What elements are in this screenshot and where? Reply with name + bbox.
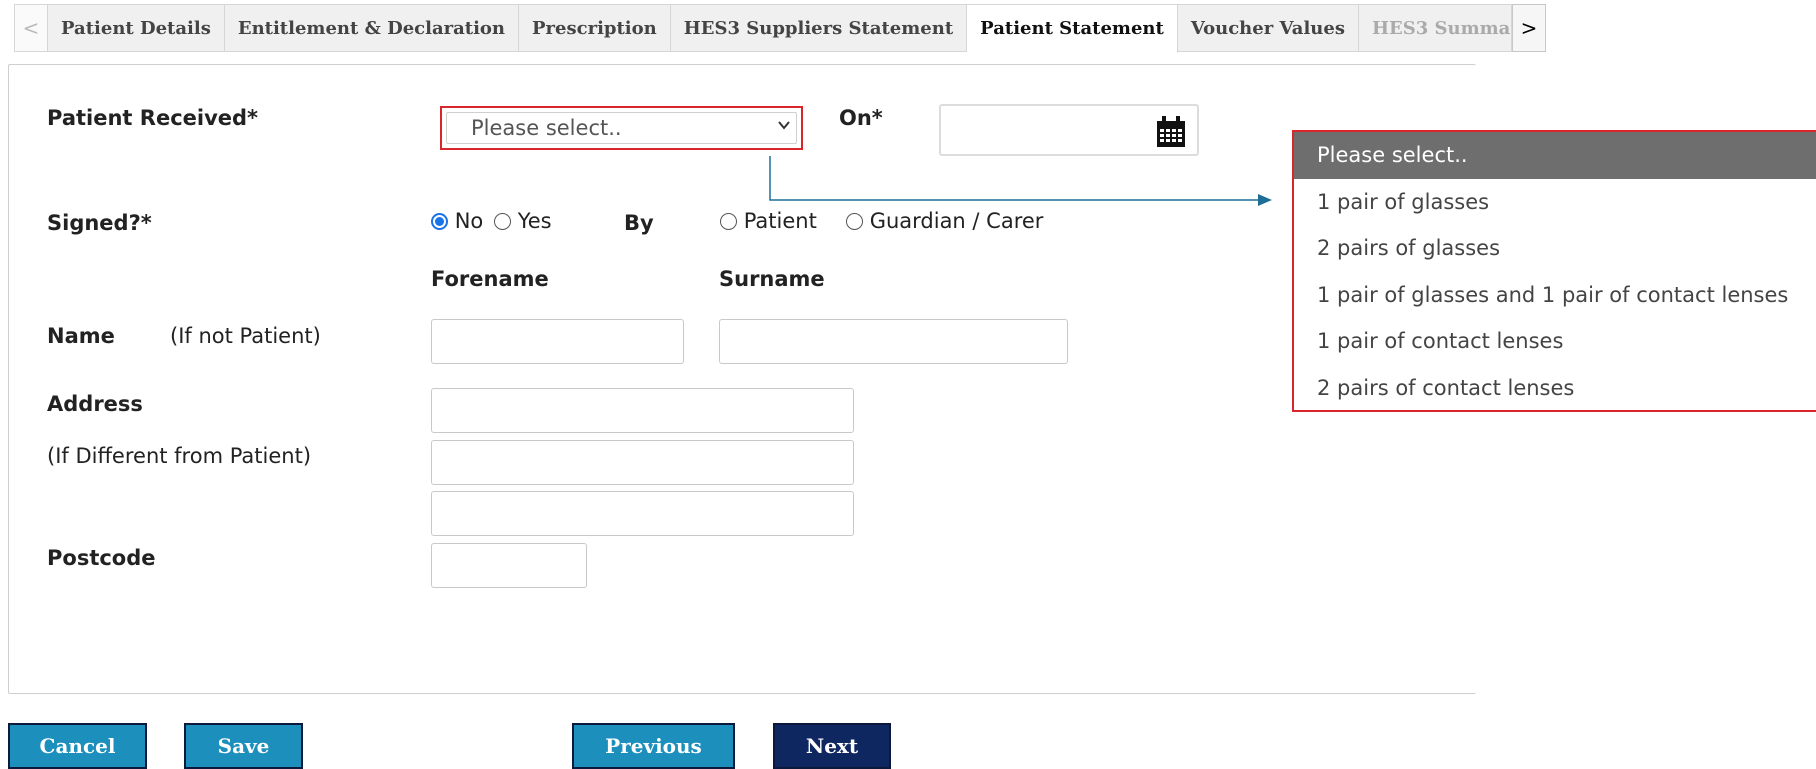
dropdown-option[interactable]: 2 pairs of contact lenses bbox=[1294, 365, 1816, 411]
address-line-2-input[interactable] bbox=[431, 440, 854, 485]
signed-yes-radio[interactable] bbox=[494, 213, 511, 230]
dropdown-option[interactable]: 1 pair of contact lenses bbox=[1294, 318, 1816, 365]
signed-yes-option[interactable]: Yes bbox=[494, 209, 552, 233]
connector-arrow bbox=[769, 156, 1272, 206]
on-date-field[interactable] bbox=[939, 104, 1199, 156]
signed-label: Signed?* bbox=[47, 211, 152, 235]
address-line-1-input[interactable] bbox=[431, 388, 854, 433]
dropdown-option[interactable]: 1 pair of glasses and 1 pair of contact … bbox=[1294, 272, 1816, 319]
by-patient-option[interactable]: Patient bbox=[720, 209, 817, 233]
signed-no-option[interactable]: No bbox=[431, 209, 483, 233]
tab-bar: < Patient Details Entitlement & Declarat… bbox=[14, 4, 1546, 53]
tab-hes3-suppliers-statement[interactable]: HES3 Suppliers Statement bbox=[670, 4, 968, 52]
calendar-icon[interactable] bbox=[1155, 115, 1187, 153]
next-button[interactable]: Next bbox=[773, 723, 891, 769]
chevron-down-icon bbox=[777, 118, 791, 136]
signed-no-label: No bbox=[454, 209, 484, 233]
by-guardian-label: Guardian / Carer bbox=[869, 209, 1044, 233]
tabs-scroll-right-button[interactable]: > bbox=[1511, 4, 1546, 52]
patient-received-select[interactable]: Please select.. bbox=[440, 106, 803, 150]
previous-button[interactable]: Previous bbox=[572, 723, 735, 769]
name-note: (If not Patient) bbox=[170, 324, 321, 348]
tab-voucher-values[interactable]: Voucher Values bbox=[1177, 4, 1359, 52]
patient-received-label: Patient Received* bbox=[47, 106, 259, 130]
patient-received-value: Please select.. bbox=[471, 116, 622, 140]
by-guardian-option[interactable]: Guardian / Carer bbox=[846, 209, 1043, 233]
cancel-button[interactable]: Cancel bbox=[8, 723, 147, 769]
forename-header: Forename bbox=[431, 267, 549, 291]
tab-entitlement-declaration[interactable]: Entitlement & Declaration bbox=[224, 4, 520, 52]
address-note: (If Different from Patient) bbox=[47, 444, 312, 468]
patient-received-options-list: Please select.. 1 pair of glasses 2 pair… bbox=[1292, 130, 1816, 412]
signed-no-radio[interactable] bbox=[431, 213, 448, 230]
address-line-3-input[interactable] bbox=[431, 491, 854, 536]
address-label: Address bbox=[47, 392, 143, 416]
forename-input[interactable] bbox=[431, 319, 684, 364]
by-label: By bbox=[624, 211, 654, 235]
dropdown-option[interactable]: Please select.. bbox=[1294, 132, 1816, 179]
dropdown-option[interactable]: 1 pair of glasses bbox=[1294, 179, 1816, 226]
tab-patient-statement[interactable]: Patient Statement bbox=[967, 4, 1178, 53]
signed-yes-label: Yes bbox=[517, 209, 552, 233]
by-guardian-radio[interactable] bbox=[846, 213, 863, 230]
dropdown-option[interactable]: 2 pairs of glasses bbox=[1294, 225, 1816, 272]
surname-input[interactable] bbox=[719, 319, 1068, 364]
tab-prescription[interactable]: Prescription bbox=[519, 4, 671, 52]
on-date-label: On* bbox=[839, 106, 883, 130]
tab-patient-details[interactable]: Patient Details bbox=[48, 4, 225, 52]
tabs-scroll-left-button[interactable]: < bbox=[14, 4, 48, 52]
save-button[interactable]: Save bbox=[184, 723, 303, 769]
postcode-input[interactable] bbox=[431, 543, 587, 588]
surname-header: Surname bbox=[719, 267, 825, 291]
tab-hes3-summary[interactable]: HES3 Summary bbox=[1358, 4, 1512, 52]
name-label: Name bbox=[47, 324, 115, 348]
postcode-label: Postcode bbox=[47, 546, 156, 570]
by-patient-label: Patient bbox=[743, 209, 817, 233]
by-patient-radio[interactable] bbox=[720, 213, 737, 230]
